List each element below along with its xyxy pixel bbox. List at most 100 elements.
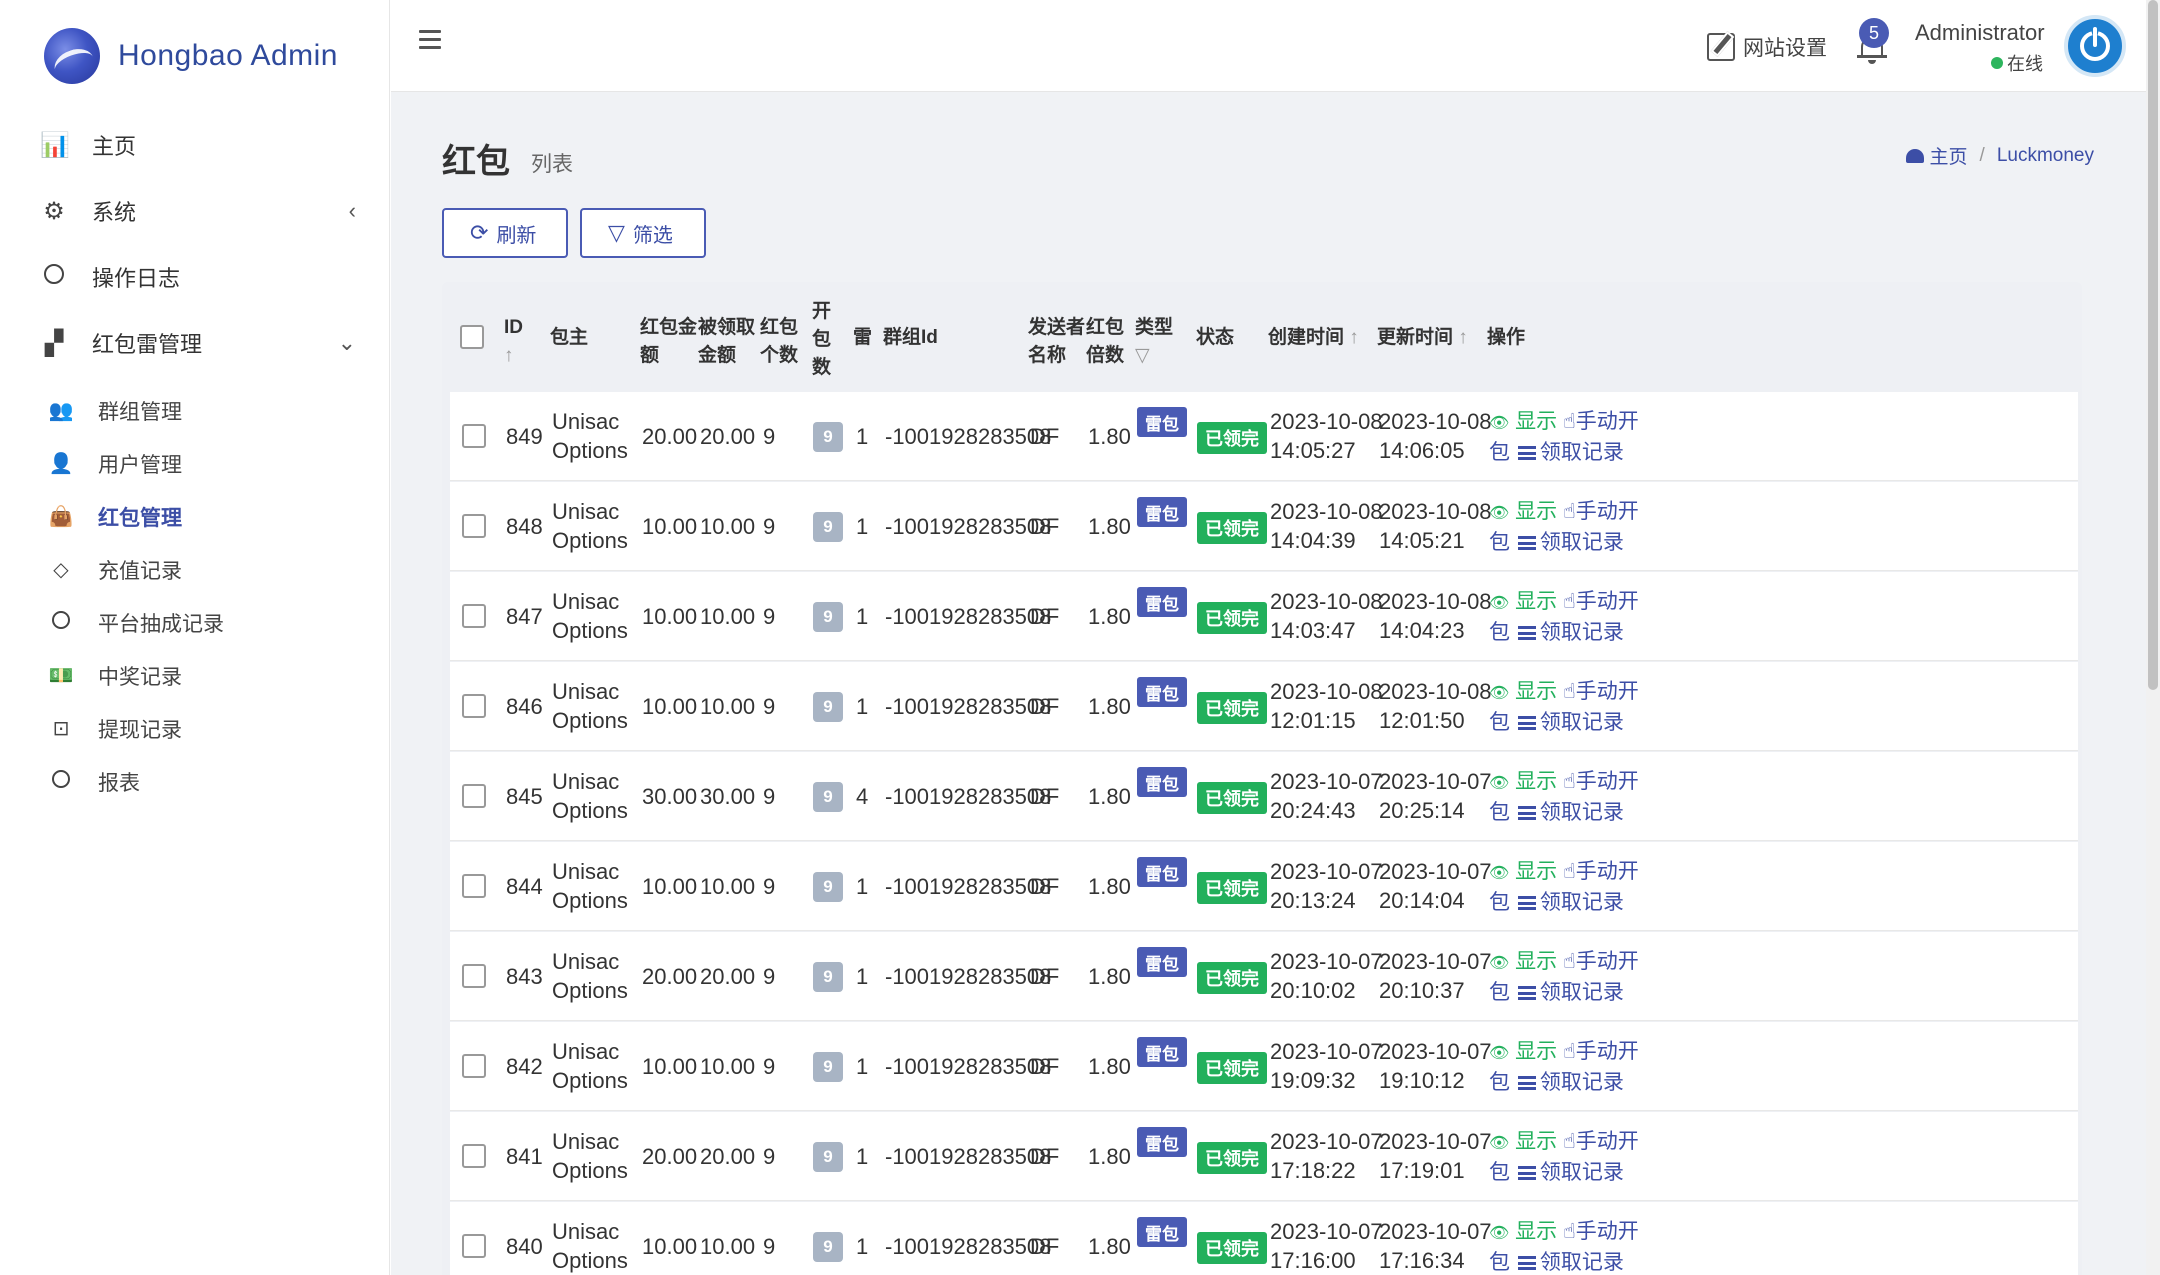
sidebar-item-operation-log[interactable]: 操作日志 <box>0 244 390 310</box>
claim-records-link[interactable]: 领取记录 <box>1516 1071 1624 1094</box>
sidebar-item-recharge[interactable]: ◇ 充值记录 <box>0 543 390 596</box>
refresh-button[interactable]: ⟳ 刷新 <box>442 208 568 258</box>
column-type[interactable]: 类型 ▽ <box>1135 314 1173 370</box>
table-row[interactable]: 847 Unisac Options 10.00 10.00 9 9 1 -100192828… <box>450 572 2078 661</box>
type-badge: 雷包 <box>1137 497 1187 527</box>
sidebar-item-withdrawals[interactable]: ⊡ 提现记录 <box>0 702 390 755</box>
table-row[interactable]: 845 Unisac Options 30.00 30.00 9 9 4 -100192828… <box>450 752 2078 841</box>
sidebar-item-hongbao[interactable]: 👜 红包管理 <box>0 490 390 543</box>
claim-records-link[interactable]: 领取记录 <box>1516 1161 1624 1184</box>
status-badge: 已领完 <box>1197 1232 1267 1264</box>
show-link[interactable]: 👁 显示 <box>1489 410 1557 433</box>
cell-created: 2023-10-08 12:01:15 <box>1270 679 1383 733</box>
column-id[interactable]: ID ↑ <box>504 314 523 370</box>
claim-records-link[interactable]: 领取记录 <box>1516 531 1624 554</box>
claim-records-link[interactable]: 领取记录 <box>1516 1251 1624 1274</box>
cell-sender: DF <box>1030 424 1060 449</box>
row-checkbox[interactable] <box>462 1144 486 1168</box>
cell-amount: 20.00 <box>642 1144 698 1169</box>
table-row[interactable]: 846 Unisac Options 10.00 10.00 9 9 1 -100192828… <box>450 662 2078 751</box>
sidebar-item-system[interactable]: ⚙ 系统 ‹ <box>0 178 390 244</box>
show-link[interactable]: 👁 显示 <box>1489 590 1557 613</box>
circle-icon <box>48 769 74 794</box>
row-checkbox[interactable] <box>462 694 486 718</box>
filter-button[interactable]: ▽ 筛选 <box>580 208 706 258</box>
table-row[interactable]: 849 Unisac Options 20.00 20.00 9 9 1 -100192828… <box>450 392 2078 481</box>
column-created[interactable]: 创建时间 ↑ <box>1268 324 1359 352</box>
sidebar-item-reports[interactable]: 报表 <box>0 755 390 808</box>
claim-records-link[interactable]: 领取记录 <box>1516 441 1624 464</box>
sort-arrow-icon: ↑ <box>504 345 514 366</box>
table-row[interactable]: 844 Unisac Options 10.00 10.00 9 9 1 -100192828… <box>450 842 2078 931</box>
column-updated[interactable]: 更新时间 ↑ <box>1377 324 1468 352</box>
table-row[interactable]: 842 Unisac Options 10.00 10.00 9 9 1 -100192828… <box>450 1022 2078 1111</box>
sidebar-item-label: 红包雷管理 <box>92 332 203 357</box>
table-row[interactable]: 841 Unisac Options 20.00 20.00 9 9 1 -100192828… <box>450 1112 2078 1201</box>
eye-icon: 👁 <box>1489 685 1510 702</box>
claim-records-link[interactable]: 领取记录 <box>1516 801 1624 824</box>
sidebar-item-home[interactable]: 📊 主页 <box>0 112 390 178</box>
page-title: 红包 <box>442 143 510 181</box>
row-checkbox[interactable] <box>462 514 486 538</box>
scrollbar-thumb[interactable] <box>2148 0 2158 690</box>
row-checkbox[interactable] <box>462 784 486 808</box>
user-name[interactable]: Administrator <box>1915 20 2045 46</box>
cell-owner: Unisac Options <box>552 499 628 553</box>
show-link[interactable]: 👁 显示 <box>1489 680 1557 703</box>
opened-count-badge: 9 <box>813 962 843 992</box>
table-row[interactable]: 843 Unisac Options 20.00 20.00 9 9 1 -100192828… <box>450 932 2078 1021</box>
sidebar-item-label: 群组管理 <box>98 400 182 424</box>
cell-amount: 10.00 <box>642 514 698 539</box>
hand-pointer-icon: ☝ <box>1563 1220 1576 1243</box>
brand[interactable]: Hongbao Admin <box>44 28 338 84</box>
cell-updated: 2023-10-07 17:16:34 <box>1379 1219 1492 1273</box>
table-row[interactable]: 848 Unisac Options 10.00 10.00 9 9 1 -100192828… <box>450 482 2078 571</box>
hand-pointer-icon: ☝ <box>1563 410 1576 433</box>
show-link[interactable]: 👁 显示 <box>1489 1040 1557 1063</box>
row-checkbox[interactable] <box>462 604 486 628</box>
row-checkbox[interactable] <box>462 1054 486 1078</box>
claim-records-link[interactable]: 领取记录 <box>1516 981 1624 1004</box>
cell-created: 2023-10-08 14:04:39 <box>1270 499 1383 553</box>
power-icon[interactable] <box>2064 15 2126 77</box>
sidebar-item-users[interactable]: 👤 用户管理 <box>0 437 390 490</box>
cell-claimed: 10.00 <box>700 514 756 539</box>
sidebar-item-hongbao-mine[interactable]: ▞ 红包雷管理 ⌄ <box>0 310 390 376</box>
sidebar-item-platform-commission[interactable]: 平台抽成记录 <box>0 596 390 649</box>
show-link[interactable]: 👁 显示 <box>1489 1220 1557 1243</box>
sidebar-item-winnings[interactable]: 💵 中奖记录 <box>0 649 390 702</box>
opened-count-badge: 9 <box>813 602 843 632</box>
cell-count: 9 <box>763 1054 776 1079</box>
select-all-checkbox[interactable] <box>460 325 484 349</box>
show-link[interactable]: 👁 显示 <box>1489 860 1557 883</box>
sidebar-item-label: 充值记录 <box>98 559 182 583</box>
table-row[interactable]: 840 Unisac Options 10.00 10.00 9 9 1 -100192828… <box>450 1202 2078 1275</box>
show-link[interactable]: 👁 显示 <box>1489 500 1557 523</box>
claim-records-link[interactable]: 领取记录 <box>1516 711 1624 734</box>
sidebar-item-groups[interactable]: 👥 群组管理 <box>0 384 390 437</box>
scrollbar[interactable] <box>2146 0 2160 1275</box>
cell-claimed: 10.00 <box>700 694 756 719</box>
opened-count-badge: 9 <box>813 1232 843 1262</box>
breadcrumb-home[interactable]: 主页 <box>1930 142 1968 169</box>
row-checkbox[interactable] <box>462 424 486 448</box>
row-actions: 👁 显示 ☝手动开包 领取记录 <box>1489 767 1639 827</box>
row-checkbox[interactable] <box>462 874 486 898</box>
hand-pointer-icon: ☝ <box>1563 1040 1576 1063</box>
show-link[interactable]: 👁 显示 <box>1489 1130 1557 1153</box>
dashboard-icon <box>1905 148 1924 163</box>
row-checkbox[interactable] <box>462 964 486 988</box>
show-link[interactable]: 👁 显示 <box>1489 950 1557 973</box>
site-settings-link[interactable]: 网站设置 <box>1707 32 1827 62</box>
show-link[interactable]: 👁 显示 <box>1489 770 1557 793</box>
claim-records-link[interactable]: 领取记录 <box>1516 621 1624 644</box>
cell-group-id: -1001928283508 <box>885 964 1052 989</box>
cell-count: 9 <box>763 1234 776 1259</box>
claim-records-link[interactable]: 领取记录 <box>1516 891 1624 914</box>
cell-amount: 10.00 <box>642 1234 698 1259</box>
row-actions: 👁 显示 ☝手动开包 领取记录 <box>1489 407 1639 467</box>
row-checkbox[interactable] <box>462 1234 486 1258</box>
row-actions: 👁 显示 ☝手动开包 领取记录 <box>1489 857 1639 917</box>
row-actions: 👁 显示 ☝手动开包 领取记录 <box>1489 587 1639 647</box>
menu-toggle-icon[interactable] <box>419 30 441 54</box>
